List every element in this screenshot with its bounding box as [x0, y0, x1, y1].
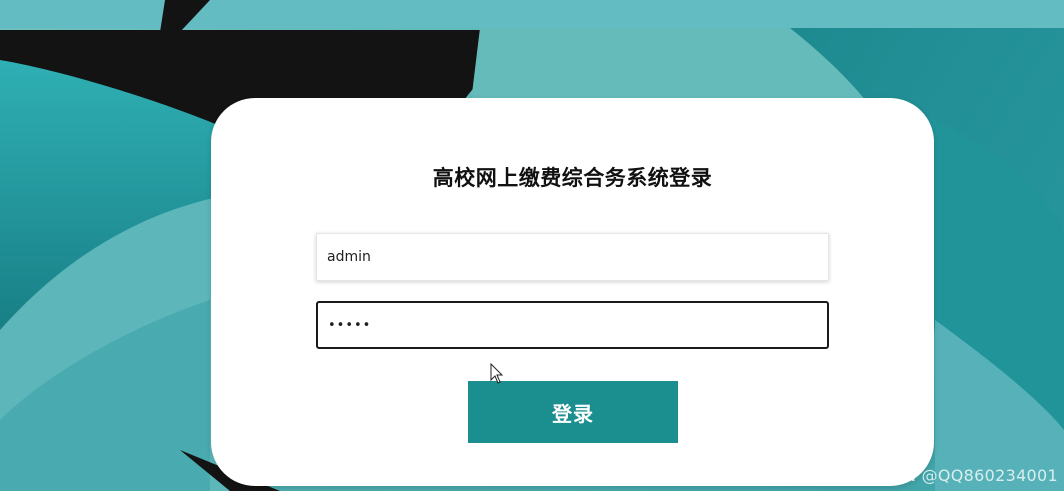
login-page: 高校网上缴费综合务系统登录 登录 CSDN @QQ860234001 — [0, 0, 1064, 491]
login-title: 高校网上缴费综合务系统登录 — [432, 166, 713, 190]
watermark: CSDN @QQ860234001 — [869, 466, 1058, 485]
password-input[interactable] — [316, 301, 829, 349]
username-input[interactable] — [316, 233, 829, 281]
login-card: 高校网上缴费综合务系统登录 登录 — [211, 98, 934, 486]
mouse-pointer-icon — [490, 363, 504, 384]
login-button[interactable]: 登录 — [468, 381, 678, 443]
